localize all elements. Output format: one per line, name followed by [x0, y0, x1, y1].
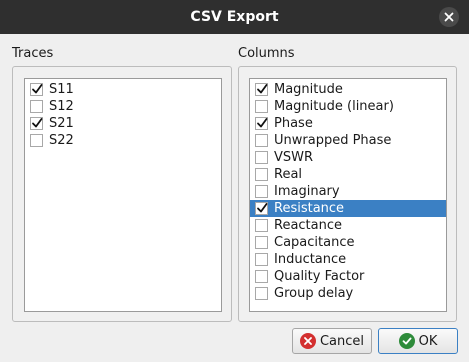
ok-check-icon	[398, 333, 415, 349]
trace-item[interactable]: S21	[25, 115, 221, 132]
checkmark-icon	[32, 118, 43, 128]
columns-group: Magnitude Magnitude (linear) Phase Unwrappe…	[238, 66, 457, 322]
checkmark-icon	[257, 84, 268, 94]
traces-group-label: Traces	[12, 46, 54, 61]
close-button[interactable]	[439, 7, 459, 27]
checkbox[interactable]	[30, 83, 43, 96]
column-item-label: Capacitance	[274, 235, 355, 250]
column-item-label: Real	[274, 167, 303, 182]
checkmark-icon	[32, 84, 43, 94]
checkbox[interactable]	[255, 151, 268, 164]
checkbox[interactable]	[255, 134, 268, 147]
trace-item[interactable]: S11	[25, 81, 221, 98]
column-item[interactable]: Magnitude (linear)	[250, 98, 446, 115]
column-item[interactable]: Inductance	[250, 251, 446, 268]
checkbox[interactable]	[255, 236, 268, 249]
column-item-label: Magnitude	[274, 82, 343, 97]
column-item-label: Magnitude (linear)	[274, 99, 394, 114]
column-item-label: Resistance	[274, 201, 345, 216]
column-item-label: Reactance	[274, 218, 343, 233]
checkbox[interactable]	[255, 100, 268, 113]
trace-item-label: S22	[49, 133, 74, 148]
columns-list[interactable]: Magnitude Magnitude (linear) Phase Unwrappe…	[249, 78, 447, 312]
ok-button-label: OK	[418, 333, 438, 349]
columns-list-items: Magnitude Magnitude (linear) Phase Unwrappe…	[250, 79, 446, 302]
column-item[interactable]: Resistance	[250, 200, 446, 217]
trace-item-label: S11	[49, 82, 74, 97]
checkbox[interactable]	[255, 270, 268, 283]
column-item[interactable]: Quality Factor	[250, 268, 446, 285]
trace-item[interactable]: S12	[25, 98, 221, 115]
checkbox[interactable]	[255, 117, 268, 130]
column-item[interactable]: Unwrapped Phase	[250, 132, 446, 149]
window-title: CSV Export	[190, 9, 279, 25]
checkbox[interactable]	[30, 117, 43, 130]
checkmark-icon	[257, 118, 268, 128]
cancel-button[interactable]: Cancel	[292, 328, 372, 354]
checkbox[interactable]	[255, 287, 268, 300]
title-bar: CSV Export	[0, 0, 469, 34]
column-item[interactable]: Real	[250, 166, 446, 183]
checkbox[interactable]	[255, 253, 268, 266]
column-item-label: Unwrapped Phase	[274, 133, 392, 148]
trace-item-label: S21	[49, 116, 74, 131]
cancel-button-label: Cancel	[319, 333, 365, 349]
column-item[interactable]: VSWR	[250, 149, 446, 166]
checkbox[interactable]	[255, 219, 268, 232]
cancel-icon	[299, 333, 316, 349]
ok-button[interactable]: OK	[378, 328, 458, 354]
column-item[interactable]: Imaginary	[250, 183, 446, 200]
trace-item-label: S12	[49, 99, 74, 114]
checkbox[interactable]	[255, 168, 268, 181]
checkbox[interactable]	[255, 83, 268, 96]
traces-list[interactable]: S11 S12 S21 S22	[24, 78, 222, 312]
column-item-label: Group delay	[274, 286, 354, 301]
checkbox[interactable]	[30, 100, 43, 113]
column-item[interactable]: Capacitance	[250, 234, 446, 251]
column-item-label: VSWR	[274, 150, 314, 165]
column-item[interactable]: Group delay	[250, 285, 446, 302]
column-item[interactable]: Magnitude	[250, 81, 446, 98]
column-item-label: Phase	[274, 116, 313, 131]
column-item[interactable]: Phase	[250, 115, 446, 132]
traces-group: S11 S12 S21 S22	[12, 66, 232, 322]
column-item[interactable]: Reactance	[250, 217, 446, 234]
column-item-label: Imaginary	[274, 184, 340, 199]
checkbox[interactable]	[255, 202, 268, 215]
checkbox[interactable]	[30, 134, 43, 147]
column-item-label: Quality Factor	[274, 269, 365, 284]
checkbox[interactable]	[255, 185, 268, 198]
traces-list-items: S11 S12 S21 S22	[25, 79, 221, 149]
checkmark-icon	[257, 203, 268, 213]
columns-group-label: Columns	[238, 46, 295, 61]
trace-item[interactable]: S22	[25, 132, 221, 149]
close-icon	[444, 12, 454, 22]
column-item-label: Inductance	[274, 252, 347, 267]
